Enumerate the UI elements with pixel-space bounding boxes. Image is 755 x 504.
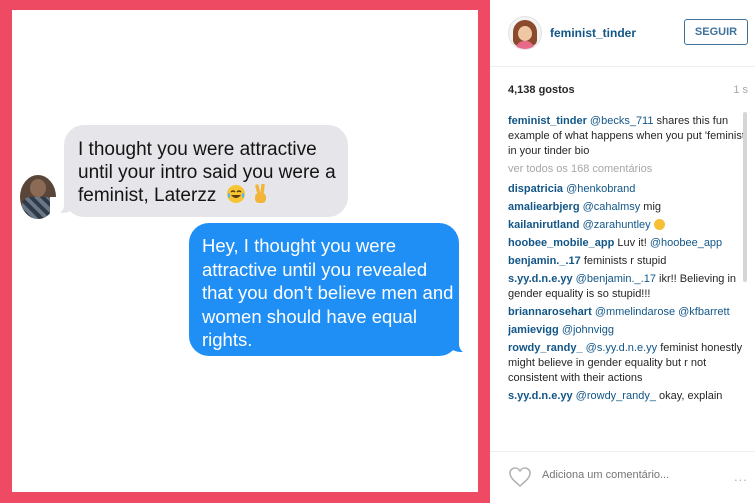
comment-username[interactable]: rowdy_randy_: [508, 342, 583, 354]
comment-username[interactable]: jamievigg: [508, 324, 559, 336]
post-footer: ...: [490, 451, 755, 504]
post-details-panel: feminist_tinder SEGUIR 4,138 gostos 1 s …: [490, 0, 755, 503]
comment-username[interactable]: amaliearbjerg: [508, 201, 580, 213]
caption-mention[interactable]: @becks_711: [590, 115, 654, 127]
comment-item: dispatricia @henkobrand: [508, 182, 752, 197]
caption: feminist_tinder @becks_711 shares this f…: [508, 114, 752, 159]
heart-icon[interactable]: [508, 466, 532, 488]
comment-mention[interactable]: @s.yy.d.n.e.yy: [586, 342, 657, 354]
comment-item: benjamin._.17 feminists r stupid: [508, 254, 752, 269]
comment-mention[interactable]: @cahalmsy: [583, 201, 641, 213]
post-photo: I thought you were attractive until your…: [0, 0, 490, 503]
comment-username[interactable]: s.yy.d.n.e.yy: [508, 273, 573, 285]
caption-username[interactable]: feminist_tinder: [508, 115, 587, 127]
comment-item: s.yy.d.n.e.yy @rowdy_randy_ okay, explai…: [508, 389, 752, 404]
profile-username[interactable]: feminist_tinder: [550, 26, 636, 40]
comment-mention[interactable]: @mmelindarose: [595, 306, 675, 318]
sent-message-bubble: Hey, I thought you were attractive until…: [189, 223, 473, 356]
view-all-comments-link[interactable]: ver todos os 168 comentários: [508, 162, 752, 177]
follow-button[interactable]: SEGUIR: [684, 19, 748, 45]
received-message-bubble: I thought you were attractive until your…: [50, 125, 348, 217]
comments-scrollbar[interactable]: [742, 108, 748, 453]
tears-of-joy-emoji-icon: [226, 185, 245, 203]
comment-mention[interactable]: @rowdy_randy_: [576, 390, 656, 402]
comment-item: kailanirutland @zarahuntley: [508, 218, 752, 233]
comment-username[interactable]: briannarosehart: [508, 306, 592, 318]
victory-hand-emoji-icon: [254, 183, 266, 203]
sent-message-text: Hey, I thought you were attractive until…: [202, 235, 454, 350]
comment-username[interactable]: dispatricia: [508, 183, 563, 195]
comment-item: briannarosehart @mmelindarose @kfbarrett: [508, 305, 752, 320]
comment-mention[interactable]: @zarahuntley: [583, 219, 651, 231]
scrollbar-thumb[interactable]: [743, 112, 747, 282]
comment-username[interactable]: s.yy.d.n.e.yy: [508, 390, 573, 402]
comment-mention[interactable]: @henkobrand: [566, 183, 635, 195]
likes-count[interactable]: 4,138 gostos: [508, 84, 575, 96]
received-message-text: I thought you were attractive until your…: [78, 139, 336, 206]
comment-item: s.yy.d.n.e.yy @benjamin._.17 ikr!! Belie…: [508, 272, 752, 302]
comment-username[interactable]: kailanirutland: [508, 219, 580, 231]
comments-list[interactable]: feminist_tinder @becks_711 shares this f…: [508, 114, 752, 446]
comment-text: feminists r stupid: [580, 255, 667, 267]
comment-text: mig: [640, 201, 662, 213]
comment-username[interactable]: hoobee_mobile_app: [508, 237, 614, 249]
comment-item: hoobee_mobile_app Luv it! @hoobee_app: [508, 236, 752, 251]
comment-text: Luv it!: [614, 237, 650, 249]
grimacing-emoji-icon: [653, 219, 665, 230]
add-comment-input[interactable]: [542, 469, 702, 481]
comment-mention[interactable]: @johnvigg: [562, 324, 614, 336]
comment-mention[interactable]: @kfbarrett: [678, 306, 730, 318]
comment-username[interactable]: benjamin._.17: [508, 255, 581, 267]
post-time: 1 s: [733, 84, 748, 96]
comment-text: okay, explain: [655, 390, 723, 402]
comment-item: jamievigg @johnvigg: [508, 323, 752, 338]
comment-mention[interactable]: @benjamin._.17: [576, 273, 656, 285]
comment-item: rowdy_randy_ @s.yy.d.n.e.yy feminist hon…: [508, 341, 752, 386]
comment-mention[interactable]: @hoobee_app: [650, 237, 722, 249]
chat-screenshot: I thought you were attractive until your…: [12, 10, 478, 492]
more-options-icon[interactable]: ...: [734, 469, 748, 484]
post-header: feminist_tinder SEGUIR: [490, 0, 755, 67]
comment-item: amaliearbjerg @cahalmsy mig: [508, 200, 752, 215]
profile-avatar[interactable]: [508, 16, 542, 50]
